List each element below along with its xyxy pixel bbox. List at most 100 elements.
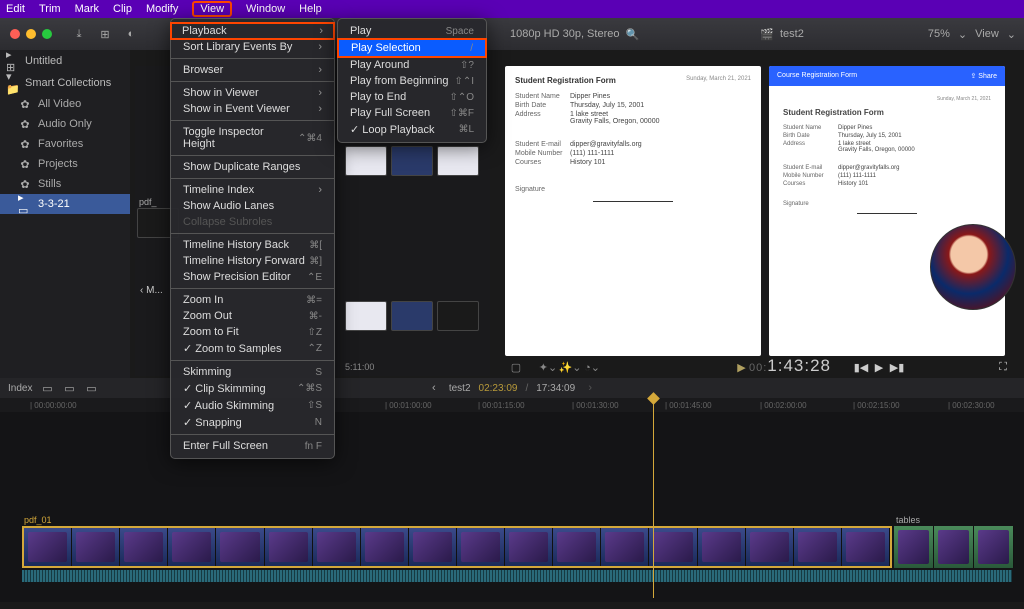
library-title[interactable]: ▸ ⊞Untitled (0, 50, 130, 72)
close-icon[interactable] (10, 29, 20, 39)
gear-icon: ✿ (18, 117, 32, 131)
menu-item[interactable]: Zoom to Samples⌃Z (171, 340, 334, 357)
gear-icon: ✿ (18, 157, 32, 171)
menu-clip[interactable]: Clip (113, 3, 132, 15)
event-icon: ▸ ▭ (18, 197, 32, 211)
menu-item[interactable]: Timeline History Forward⌘] (171, 253, 334, 269)
menu-item[interactable]: Enter Full Screenfn F (171, 438, 334, 454)
menu-item[interactable]: SnappingN (171, 414, 334, 431)
retime-icon[interactable]: ◔⌄ (585, 360, 599, 374)
tl-tc2: 17:34:09 (536, 383, 575, 394)
bg-tasks-icon[interactable]: ◐ (124, 27, 138, 41)
menu-item[interactable]: Zoom Out⌘- (171, 308, 334, 324)
menu-item[interactable]: Show in Event Viewer (171, 101, 334, 117)
index-button[interactable]: Index (8, 383, 32, 394)
main-timecode: ▶00:1:43:28 (735, 356, 831, 376)
menu-item[interactable]: Play from Beginning⇧⌃I (338, 73, 486, 89)
clip-name-1: pdf_01 (24, 515, 52, 525)
scale-icon[interactable]: ▢ (509, 360, 523, 374)
viewer-pane: Sunday, March 21, 2021 Student Registrat… (505, 66, 1005, 356)
menu-item[interactable]: Show Precision Editor⌃E (171, 269, 334, 285)
menu-trim[interactable]: Trim (39, 3, 61, 15)
menu-item[interactable]: Play Selection/ (337, 38, 487, 58)
menu-item[interactable]: Playback (170, 22, 335, 40)
chevron-down-icon: ⌄ (958, 28, 967, 41)
menu-item[interactable]: Play Full Screen⇧⌘F (338, 105, 486, 121)
menu-item[interactable]: Play Around⇧? (338, 57, 486, 73)
timeline-header: Index ▭ ▭ ▭ ‹ test2 02:23:09 / 17:34:09 … (0, 378, 1024, 398)
clip-thumb[interactable] (391, 301, 433, 331)
ruler-tick: | 00:02:15:00 (853, 401, 900, 410)
menu-item[interactable]: Zoom to Fit⇧Z (171, 324, 334, 340)
zoom-icon[interactable] (42, 29, 52, 39)
menu-item[interactable]: Toggle Inspector Height⌃⌘4 (171, 124, 334, 152)
sidebar-favorites[interactable]: ✿Favorites (0, 134, 130, 154)
menu-item[interactable]: Show Audio Lanes (171, 198, 334, 214)
menu-item[interactable]: SkimmingS (171, 364, 334, 380)
sidebar-audio-only[interactable]: ✿Audio Only (0, 114, 130, 134)
share-icon: ⇪ Share (971, 72, 998, 80)
ruler-tick: | 00:02:00:00 (760, 401, 807, 410)
menu-mark[interactable]: Mark (75, 3, 99, 15)
import-icon[interactable]: ⤓ (72, 27, 86, 41)
prev-icon[interactable]: ▮◀ (854, 360, 868, 374)
menu-item: Collapse Subroles (171, 214, 334, 230)
menu-item[interactable]: Sort Library Events By (171, 39, 334, 55)
history-fwd-icon[interactable]: › (583, 381, 597, 395)
menu-item[interactable]: Zoom In⌘= (171, 292, 334, 308)
playhead[interactable] (653, 398, 654, 598)
menu-item[interactable]: PlaySpace (338, 23, 486, 39)
menu-window[interactable]: Window (246, 3, 285, 15)
facecam-overlay (930, 224, 1016, 310)
clip-thumb[interactable] (391, 146, 433, 176)
menu-view[interactable]: View (192, 1, 232, 17)
tl-tool1[interactable]: ▭ (40, 381, 54, 395)
menu-item[interactable]: Clip Skimming⌃⌘S (171, 380, 334, 397)
clip-label: pdf_ (139, 197, 157, 207)
fullscreen-icon[interactable]: ⛶ (996, 360, 1010, 374)
zoom-level[interactable]: 75% (928, 28, 950, 40)
smart-collections[interactable]: ▾ 📁Smart Collections (0, 72, 130, 94)
play-icon[interactable]: ▶ (735, 361, 749, 375)
keyword-icon[interactable]: ⊞ (98, 27, 112, 41)
view-dropdown[interactable]: View (975, 28, 999, 40)
audio-waveform[interactable] (22, 570, 1012, 582)
sidebar-event[interactable]: ▸ ▭3-3-21 (0, 194, 130, 214)
menu-item[interactable]: Audio Skimming⇧S (171, 397, 334, 414)
enhance-icon[interactable]: ✨⌄ (563, 360, 577, 374)
timeline-ruler[interactable]: | 00:00:00:00| 00:00:45:00| 00:01:00:00|… (0, 398, 1024, 412)
search-icon[interactable]: 🔍 (625, 27, 639, 41)
menu-item[interactable]: Loop Playback⌘L (338, 121, 486, 138)
history-back-icon[interactable]: ‹ (427, 381, 441, 395)
sidebar-all-video[interactable]: ✿All Video (0, 94, 130, 114)
next-icon[interactable]: ▶▮ (890, 360, 904, 374)
clip-strip-2[interactable] (894, 526, 1014, 568)
clip-thumb[interactable] (345, 146, 387, 176)
sidebar-projects[interactable]: ✿Projects (0, 154, 130, 174)
clip-strip-selected[interactable] (22, 526, 892, 568)
menu-modify[interactable]: Modify (146, 3, 178, 15)
doc-sig: Signature (515, 186, 570, 193)
timeline-body[interactable]: pdf_01 tables (0, 412, 1024, 602)
ruler-tick: | 00:01:30:00 (572, 401, 619, 410)
menu-edit[interactable]: Edit (6, 3, 25, 15)
window-controls (10, 29, 52, 39)
menu-item[interactable]: Timeline History Back⌘[ (171, 237, 334, 253)
play-icon[interactable]: ▶ (872, 360, 886, 374)
menu-item[interactable]: Timeline Index (171, 182, 334, 198)
menu-item[interactable]: Play to End⇧⌃O (338, 89, 486, 105)
menu-item[interactable]: Show in Viewer (171, 85, 334, 101)
clip-thumb[interactable] (345, 301, 387, 331)
gear-icon: ✿ (18, 97, 32, 111)
tools-icon[interactable]: ✦⌄ (541, 360, 555, 374)
clip-thumb[interactable] (437, 146, 479, 176)
menu-help[interactable]: Help (299, 3, 322, 15)
tl-tool3[interactable]: ▭ (84, 381, 98, 395)
clip-thumb[interactable] (437, 301, 479, 331)
minimize-icon[interactable] (26, 29, 36, 39)
tl-tool2[interactable]: ▭ (62, 381, 76, 395)
menu-item[interactable]: Browser (171, 62, 334, 78)
viewer-title: test2 (780, 28, 804, 40)
menu-item[interactable]: Show Duplicate Ranges (171, 159, 334, 175)
doc2-header: Course Registration Form (777, 72, 857, 80)
